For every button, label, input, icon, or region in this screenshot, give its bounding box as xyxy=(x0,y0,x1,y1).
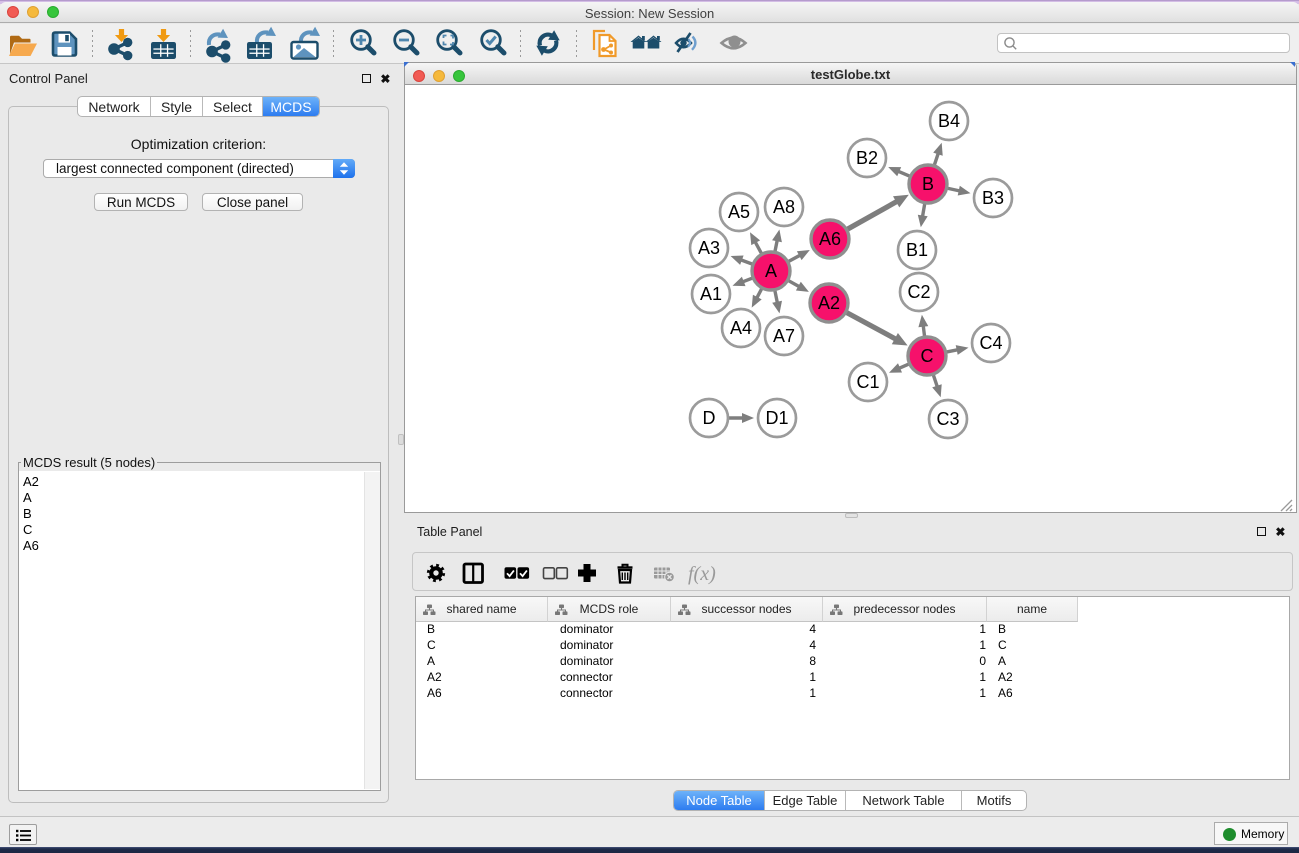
svg-text:A8: A8 xyxy=(773,197,795,217)
svg-text:C1: C1 xyxy=(856,372,879,392)
svg-text:A5: A5 xyxy=(728,202,750,222)
svg-text:B4: B4 xyxy=(938,111,960,131)
svg-text:C2: C2 xyxy=(907,282,930,302)
svg-text:A7: A7 xyxy=(773,326,795,346)
svg-text:B3: B3 xyxy=(982,188,1004,208)
svg-text:A2: A2 xyxy=(818,293,840,313)
svg-text:A: A xyxy=(765,261,777,281)
svg-text:B1: B1 xyxy=(906,240,928,260)
svg-text:f(x): f(x) xyxy=(688,563,716,585)
svg-text:B2: B2 xyxy=(856,148,878,168)
svg-text:A1: A1 xyxy=(700,284,722,304)
svg-text:C3: C3 xyxy=(936,409,959,429)
svg-text:A4: A4 xyxy=(730,318,752,338)
svg-text:D1: D1 xyxy=(765,408,788,428)
svg-text:C4: C4 xyxy=(979,333,1002,353)
svg-text:B: B xyxy=(922,174,934,194)
svg-text:A3: A3 xyxy=(698,238,720,258)
svg-text:A6: A6 xyxy=(819,229,841,249)
svg-text:D: D xyxy=(703,408,716,428)
svg-text:C: C xyxy=(921,346,934,366)
